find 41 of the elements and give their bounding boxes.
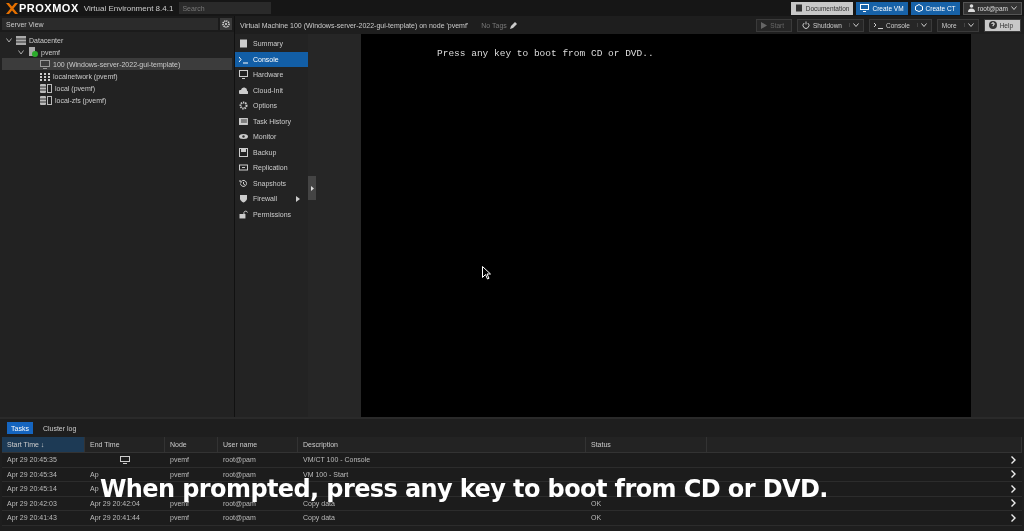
collapse-handle[interactable] [308, 176, 316, 200]
settings-button[interactable] [220, 18, 232, 30]
book-icon [794, 4, 803, 12]
help-icon [988, 21, 997, 29]
play-icon [761, 21, 768, 29]
monitor-icon [239, 70, 248, 80]
list-icon [239, 116, 248, 126]
logo-x-icon [6, 2, 18, 14]
caret-icon [920, 23, 927, 27]
caret-icon [967, 23, 974, 27]
power-icon [802, 21, 811, 29]
submenu-arrow-icon [296, 195, 300, 202]
grid-icon [40, 71, 50, 81]
caret-icon [1011, 6, 1017, 10]
product-version: Virtual Environment 8.4.1 [83, 3, 174, 13]
gear-icon [239, 101, 248, 111]
pencil-icon[interactable] [509, 21, 517, 29]
terminal-icon [239, 54, 248, 64]
brand-name: PROXMOX [19, 2, 79, 14]
user-icon [967, 4, 975, 12]
storage-icon [40, 83, 52, 93]
storage-icon [40, 95, 52, 105]
monitor-icon [120, 455, 130, 464]
shield-icon [239, 194, 248, 204]
caret-icon [852, 23, 859, 27]
monitor-icon [40, 59, 50, 69]
save-icon [239, 147, 248, 157]
terminal-icon [873, 21, 883, 29]
unlock-icon [239, 209, 248, 219]
server-rack-icon [16, 35, 26, 45]
monitor-icon [860, 4, 870, 12]
history-icon [239, 178, 248, 188]
eye-icon [239, 132, 248, 142]
console-screen[interactable]: Press any key to boot from CD or DVD.. [361, 34, 971, 417]
mouse-cursor-icon [482, 266, 491, 280]
console-text: Press any key to boot from CD or DVD.. [437, 48, 654, 59]
cloud-icon [239, 85, 248, 95]
server-online-icon [28, 47, 38, 57]
cube-icon [914, 4, 923, 12]
book-icon [239, 39, 248, 49]
video-caption: When prompted, press any key to boot from CD or DVD. [100, 479, 828, 500]
